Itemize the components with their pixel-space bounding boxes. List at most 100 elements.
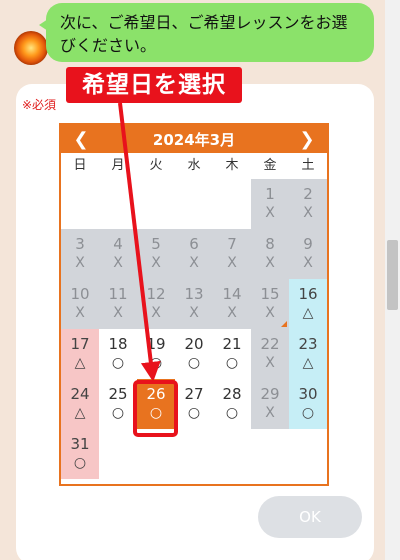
calendar-day[interactable]: 21 ○ xyxy=(213,329,251,379)
weekday-label: 水 xyxy=(187,158,201,173)
calendar-day: 2X xyxy=(289,179,327,229)
availability-mark: X xyxy=(189,305,199,321)
calendar-day[interactable]: 23 △ xyxy=(289,329,327,379)
calendar-day[interactable]: 27 ○ xyxy=(175,379,213,429)
availability-mark: ○ xyxy=(225,405,239,421)
day-number: 19 xyxy=(146,335,166,353)
calendar-week: 17 △ 18 ○ 19 ○ 20 ○ 21 ○ 22 X 23 △ xyxy=(61,329,327,379)
day-number: 15 xyxy=(260,285,280,303)
bot-avatar xyxy=(14,31,48,65)
day-number: 30 xyxy=(298,385,318,403)
availability-mark: X xyxy=(265,255,275,271)
calendar-empty-cell xyxy=(289,429,327,479)
day-number: 12 xyxy=(146,285,166,303)
calendar-day[interactable]: 17 △ xyxy=(61,329,99,379)
availability-mark: X xyxy=(265,205,275,221)
day-number: 24 xyxy=(70,385,90,403)
calendar-day: 10 X xyxy=(61,279,99,329)
day-number: 21 xyxy=(222,335,242,353)
day-number: 7 xyxy=(227,235,237,253)
availability-mark: X xyxy=(265,355,275,371)
weekday-label: 月 xyxy=(111,158,125,173)
day-number: 25 xyxy=(108,385,128,403)
day-number: 28 xyxy=(222,385,242,403)
required-label: ※必須 xyxy=(22,98,57,112)
calendar-day[interactable]: 16 △ xyxy=(289,279,327,329)
calendar-day[interactable]: 24 △ xyxy=(61,379,99,429)
availability-mark: △ xyxy=(302,305,314,321)
availability-mark: X xyxy=(151,255,161,271)
calendar-week: 10 X 11 X 12 X 13 X 14 X 15 X 16 △ xyxy=(61,279,327,329)
calendar-day[interactable]: 31 ○ xyxy=(61,429,99,479)
availability-mark: ○ xyxy=(111,405,125,421)
availability-mark: ○ xyxy=(187,355,201,371)
calendar-day: 15 X xyxy=(251,279,289,329)
availability-mark: ○ xyxy=(187,405,201,421)
availability-mark: X xyxy=(189,255,199,271)
scrollbar-track[interactable] xyxy=(385,0,400,560)
calendar-day: 1X xyxy=(251,179,289,229)
calendar-day[interactable]: 25 ○ xyxy=(99,379,137,429)
chat-bubble-message: 次に、ご希望日、ご希望レッスンをお選びください。 xyxy=(39,3,374,62)
calendar-empty-cell xyxy=(99,179,137,229)
scrollbar-thumb[interactable] xyxy=(387,240,398,310)
weekday-label: 土 xyxy=(301,158,315,173)
day-number: 27 xyxy=(184,385,204,403)
calendar-header: ❮ 2024年3月 ❯ xyxy=(61,125,327,153)
day-number: 5 xyxy=(151,235,161,253)
availability-mark: X xyxy=(265,405,275,421)
calendar-empty-cell xyxy=(137,179,175,229)
calendar-day: 8X xyxy=(251,229,289,279)
calendar-week: 24 △ 25 ○ 26 ○ 27 ○ 28 ○ 29 X 30 ○ xyxy=(61,379,327,429)
calendar-day[interactable]: 18 ○ xyxy=(99,329,137,379)
day-number: 18 xyxy=(108,335,128,353)
weekday-label: 火 xyxy=(149,158,163,173)
calendar-day: 9X xyxy=(289,229,327,279)
availability-mark: ○ xyxy=(149,355,163,371)
availability-mark: ○ xyxy=(301,405,315,421)
availability-mark: △ xyxy=(74,355,86,371)
prev-month-button[interactable]: ❮ xyxy=(71,129,91,150)
calendar-day: 4X xyxy=(99,229,137,279)
calendar-day: 6X xyxy=(175,229,213,279)
annotation-label: 希望日を選択 xyxy=(66,67,242,103)
calendar-empty-cell xyxy=(99,429,137,479)
calendar-week: 31 ○ xyxy=(61,429,327,479)
calendar-day[interactable]: 28 ○ xyxy=(213,379,251,429)
calendar-day: 3X xyxy=(61,229,99,279)
day-number: 29 xyxy=(260,385,280,403)
availability-mark: X xyxy=(303,255,313,271)
calendar-day[interactable]: 30 ○ xyxy=(289,379,327,429)
availability-mark: X xyxy=(75,255,85,271)
day-number: 23 xyxy=(298,335,318,353)
calendar-day[interactable]: 20 ○ xyxy=(175,329,213,379)
selected-date-highlight xyxy=(133,380,178,437)
calendar-day: 22 X xyxy=(251,329,289,379)
availability-mark: X xyxy=(113,305,123,321)
calendar-week: 1X2X xyxy=(61,179,327,229)
calendar-empty-cell xyxy=(213,429,251,479)
day-number: 17 xyxy=(70,335,90,353)
calendar-title: 2024年3月 xyxy=(152,130,236,149)
calendar-empty-cell xyxy=(175,179,213,229)
weekday-label: 日 xyxy=(73,158,87,173)
calendar-week: 3X4X5X6X7X8X9X xyxy=(61,229,327,279)
calendar-day[interactable]: 19 ○ xyxy=(137,329,175,379)
calendar-day: 11 X xyxy=(99,279,137,329)
day-number: 2 xyxy=(303,185,313,203)
day-number: 8 xyxy=(265,235,275,253)
day-number: 31 xyxy=(70,435,90,453)
availability-mark: X xyxy=(113,255,123,271)
weekday-row: 日 月 火 水 木 金 土 xyxy=(61,153,327,179)
calendar: ❮ 2024年3月 ❯ 日 月 火 水 木 金 土 1X2X3X4X5X6X7X… xyxy=(59,123,329,486)
availability-mark: ○ xyxy=(225,355,239,371)
day-number: 10 xyxy=(70,285,90,303)
calendar-empty-cell xyxy=(61,179,99,229)
availability-mark: X xyxy=(303,205,313,221)
day-number: 14 xyxy=(222,285,242,303)
availability-mark: X xyxy=(227,305,237,321)
ok-button[interactable]: OK xyxy=(258,496,362,538)
next-month-button[interactable]: ❯ xyxy=(297,129,317,150)
availability-mark: ○ xyxy=(111,355,125,371)
calendar-day: 14 X xyxy=(213,279,251,329)
